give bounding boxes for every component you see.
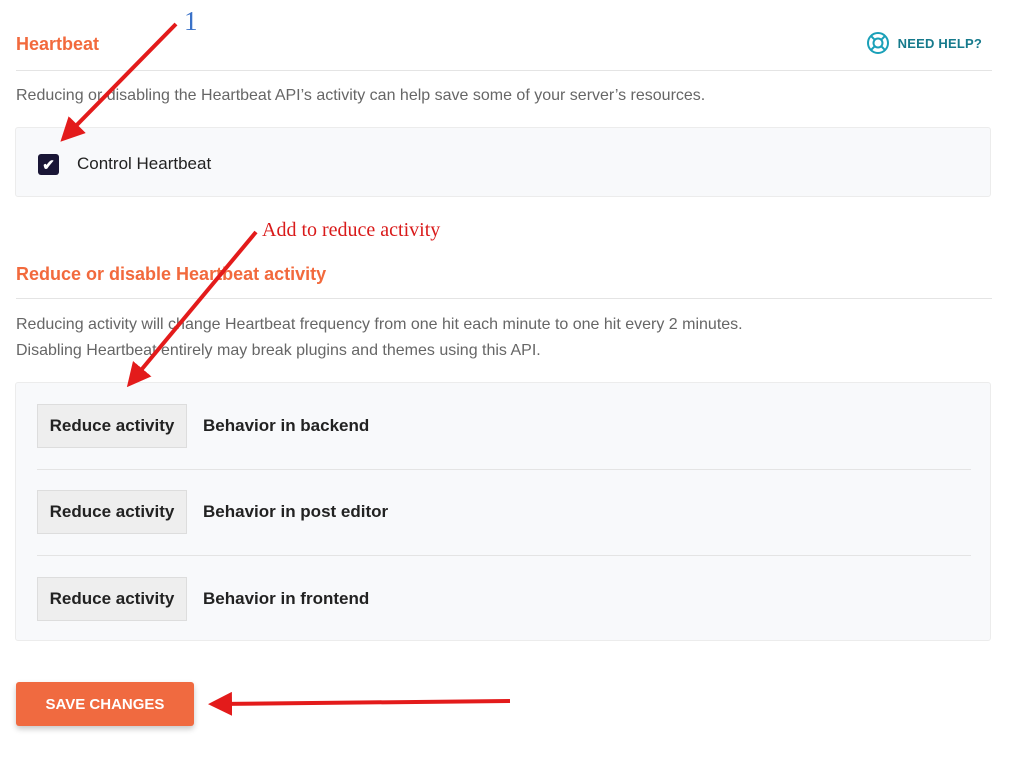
lifebuoy-icon: [866, 32, 889, 54]
reduce-divider: [16, 298, 992, 299]
need-help-label: NEED HELP?: [897, 35, 982, 51]
post-editor-activity-select[interactable]: Reduce activity: [37, 490, 187, 534]
reduce-title: Reduce or disable Heartbeat activity: [16, 264, 327, 284]
post-editor-label: Behavior in post editor: [203, 502, 389, 521]
checkmark-icon: ✔: [42, 156, 55, 174]
control-heartbeat-box: ✔ Control Heartbeat: [15, 127, 991, 197]
reduce-description-1: Reducing activity will change Heartbeat …: [16, 316, 743, 333]
setting-row-backend: Reduce activity Behavior in backend: [37, 383, 971, 469]
need-help-link[interactable]: NEED HELP?: [866, 31, 982, 55]
activity-settings-box: Reduce activity Behavior in backend Redu…: [15, 382, 991, 641]
arrow-to-save-button: [208, 691, 511, 716]
frontend-activity-select[interactable]: Reduce activity: [37, 577, 187, 621]
frontend-label: Behavior in frontend: [203, 589, 370, 608]
reduce-description-2: Disabling Heartbeat entirely may break p…: [16, 342, 541, 359]
heartbeat-description: Reducing or disabling the Heartbeat API’…: [16, 87, 706, 104]
setting-row-frontend: Reduce activity Behavior in frontend: [37, 556, 971, 642]
annotation-step-number: 1: [184, 6, 198, 36]
setting-row-post-editor: Reduce activity Behavior in post editor: [37, 469, 971, 555]
control-heartbeat-checkbox[interactable]: ✔: [38, 154, 59, 175]
heartbeat-title: Heartbeat: [16, 34, 100, 54]
heartbeat-divider: [16, 70, 992, 71]
backend-label: Behavior in backend: [203, 416, 370, 435]
control-heartbeat-label[interactable]: Control Heartbeat: [77, 154, 211, 174]
annotation-note: Add to reduce activity: [262, 219, 441, 241]
save-changes-button[interactable]: SAVE CHANGES: [16, 682, 194, 726]
backend-activity-select[interactable]: Reduce activity: [37, 404, 187, 448]
